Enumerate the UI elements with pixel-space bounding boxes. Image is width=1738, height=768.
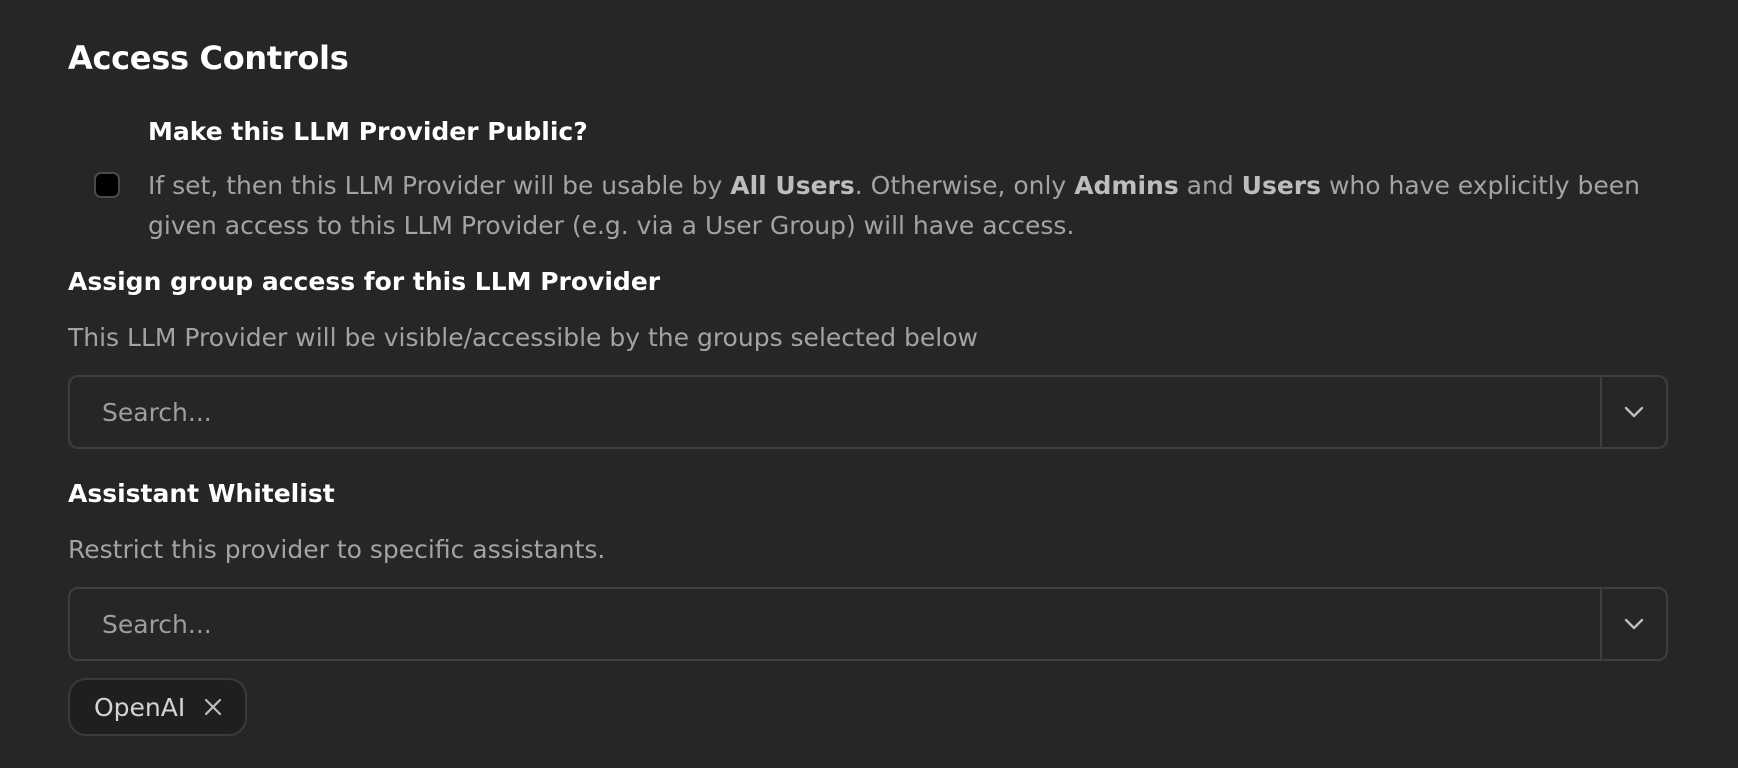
- public-option-title: Make this LLM Provider Public?: [148, 117, 588, 146]
- close-icon[interactable]: [203, 697, 223, 717]
- desc-bold-all-users: All Users: [730, 171, 855, 200]
- assistant-whitelist-label: Assistant Whitelist: [68, 479, 335, 508]
- desc-bold-users: Users: [1241, 171, 1322, 200]
- group-access-description: This LLM Provider will be visible/access…: [68, 323, 978, 352]
- assistant-search-select: [68, 587, 1668, 661]
- section-title: Access Controls: [68, 39, 349, 77]
- chip-label: OpenAI: [94, 692, 186, 722]
- desc-bold-admins: Admins: [1074, 171, 1179, 200]
- desc-text: . Otherwise, only: [854, 171, 1075, 200]
- group-access-label: Assign group access for this LLM Provide…: [68, 267, 661, 296]
- selected-assistant-chip[interactable]: OpenAI: [68, 678, 248, 736]
- assistant-dropdown-toggle[interactable]: [1600, 589, 1666, 659]
- group-search-select: [68, 375, 1668, 449]
- group-dropdown-toggle[interactable]: [1600, 377, 1666, 447]
- chevron-down-icon: [1624, 406, 1644, 418]
- access-controls-panel: Access Controls Make this LLM Provider P…: [0, 0, 1738, 768]
- assistant-whitelist-description: Restrict this provider to specific assis…: [68, 535, 606, 564]
- desc-text: If set, then this LLM Provider will be u…: [148, 171, 731, 200]
- chevron-down-icon: [1624, 618, 1644, 630]
- assistant-search-input[interactable]: [70, 589, 1600, 659]
- public-option-description: If set, then this LLM Provider will be u…: [148, 166, 1668, 246]
- group-search-input[interactable]: [70, 377, 1600, 447]
- desc-text: and: [1178, 171, 1242, 200]
- public-checkbox[interactable]: [94, 172, 120, 198]
